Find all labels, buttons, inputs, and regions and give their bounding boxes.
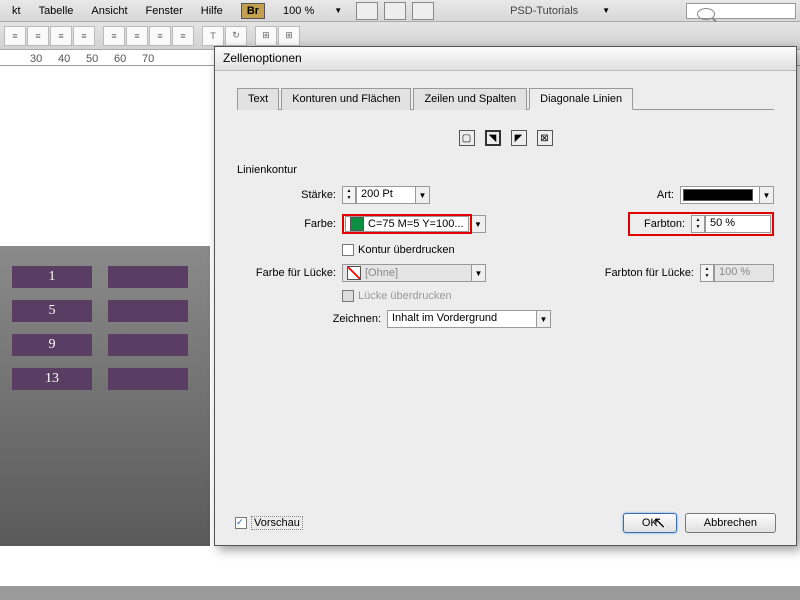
menu-item[interactable]: kt <box>4 3 29 19</box>
tab-strokes-fills[interactable]: Konturen und Flächen <box>281 88 411 110</box>
table-cell <box>108 334 188 356</box>
draw-dropdown-icon[interactable]: ▼ <box>537 310 551 328</box>
weight-input[interactable]: 200 Pt <box>356 186 416 204</box>
table-cell: 13 <box>12 368 92 390</box>
align-justify-all-icon[interactable]: ≡ <box>172 26 194 46</box>
diag-none-icon[interactable]: ▢ <box>459 130 475 146</box>
bridge-badge[interactable]: Br <box>241 3 265 19</box>
align-right-icon[interactable]: ≡ <box>50 26 72 46</box>
color-select[interactable]: C=75 M=5 Y=100... <box>345 216 469 232</box>
main-menubar: kt Tabelle Ansicht Fenster Hilfe Br 100 … <box>0 0 800 22</box>
preview-checkbox[interactable] <box>235 517 247 529</box>
none-swatch-icon <box>347 266 361 280</box>
weight-spinner[interactable] <box>342 186 356 204</box>
diag-cross-icon[interactable]: ⊠ <box>537 130 553 146</box>
color-label: Farbe: <box>237 218 342 230</box>
align-left-icon[interactable]: ≡ <box>4 26 26 46</box>
search-input[interactable] <box>686 3 796 19</box>
overprint-gap-checkbox <box>342 290 354 302</box>
align-bottom-icon[interactable]: ≡ <box>149 26 171 46</box>
gap-tint-spinner <box>700 264 714 282</box>
type-label: Art: <box>590 189 680 201</box>
ok-button[interactable]: OK <box>623 513 677 533</box>
search-icon <box>697 8 715 20</box>
text-orient-icon[interactable]: T <box>202 26 224 46</box>
overprint-gap-label: Lücke überdrucken <box>358 290 452 302</box>
tint-label: Farbton: <box>631 218 691 230</box>
gap-tint-label: Farbton für Lücke: <box>590 267 700 279</box>
table-cell <box>108 300 188 322</box>
menu-item[interactable]: Hilfe <box>193 3 231 19</box>
arrange-icon[interactable] <box>412 2 434 20</box>
overprint-stroke-checkbox[interactable] <box>342 244 354 256</box>
stroke-type-select[interactable] <box>680 186 760 204</box>
align-top-icon[interactable]: ≡ <box>103 26 125 46</box>
table-cell: 1 <box>12 266 92 288</box>
align-center-icon[interactable]: ≡ <box>27 26 49 46</box>
screen-mode-icon[interactable] <box>384 2 406 20</box>
table-cell: 9 <box>12 334 92 356</box>
menu-item[interactable]: Tabelle <box>31 3 82 19</box>
diag-slash-icon[interactable]: ◤ <box>511 130 527 146</box>
draw-select[interactable]: Inhalt im Vordergrund <box>387 310 537 328</box>
tab-diagonal-lines[interactable]: Diagonale Linien <box>529 88 633 110</box>
gap-color-label: Farbe für Lücke: <box>237 267 342 279</box>
rows-icon[interactable]: ⊞ <box>255 26 277 46</box>
menu-item[interactable]: Fenster <box>138 3 191 19</box>
gap-color-dropdown-icon: ▼ <box>472 264 486 282</box>
dialog-title: Zellenoptionen <box>215 47 796 71</box>
draw-label: Zeichnen: <box>237 313 387 325</box>
tint-input[interactable]: 50 % <box>705 215 771 233</box>
menu-item[interactable]: Ansicht <box>83 3 135 19</box>
cols-icon[interactable]: ⊞ <box>278 26 300 46</box>
weight-dropdown-icon[interactable]: ▼ <box>416 186 430 204</box>
dialog-tabs: Text Konturen und Flächen Zeilen und Spa… <box>237 87 774 110</box>
table-cell: 5 <box>12 300 92 322</box>
type-dropdown-icon[interactable]: ▼ <box>760 186 774 204</box>
group-label: Linienkontur <box>237 164 774 176</box>
color-highlight: C=75 M=5 Y=100... <box>342 214 472 234</box>
preview-label: Vorschau <box>251 516 303 530</box>
cancel-button[interactable]: Abbrechen <box>685 513 776 533</box>
diag-backslash-icon[interactable]: ◥ <box>485 130 501 146</box>
view-mode-icon[interactable] <box>356 2 378 20</box>
tab-text[interactable]: Text <box>237 88 279 110</box>
table-cell <box>108 368 188 390</box>
green-swatch-icon <box>350 217 364 231</box>
gap-tint-input: 100 % <box>714 264 774 282</box>
gap-color-select: [Ohne] <box>342 264 472 282</box>
workspace-label[interactable]: PSD-Tutorials <box>502 3 586 19</box>
align-middle-icon[interactable]: ≡ <box>126 26 148 46</box>
rotate-icon[interactable]: ↻ <box>225 26 247 46</box>
tint-spinner[interactable] <box>691 215 705 233</box>
align-justify-icon[interactable]: ≡ <box>73 26 95 46</box>
table-preview: 1 5 9 13 <box>0 246 210 546</box>
diagonal-type-selector: ▢ ◥ ◤ ⊠ <box>237 130 774 146</box>
overprint-stroke-label: Kontur überdrucken <box>358 244 455 256</box>
cell-options-dialog: Zellenoptionen Text Konturen und Flächen… <box>214 46 797 546</box>
color-dropdown-icon[interactable]: ▼ <box>472 215 486 233</box>
tint-highlight: Farbton: 50 % <box>628 212 774 236</box>
table-cell <box>108 266 188 288</box>
weight-label: Stärke: <box>237 189 342 201</box>
zoom-level[interactable]: 100 % <box>275 3 322 19</box>
tab-rows-columns[interactable]: Zeilen und Spalten <box>413 88 527 110</box>
